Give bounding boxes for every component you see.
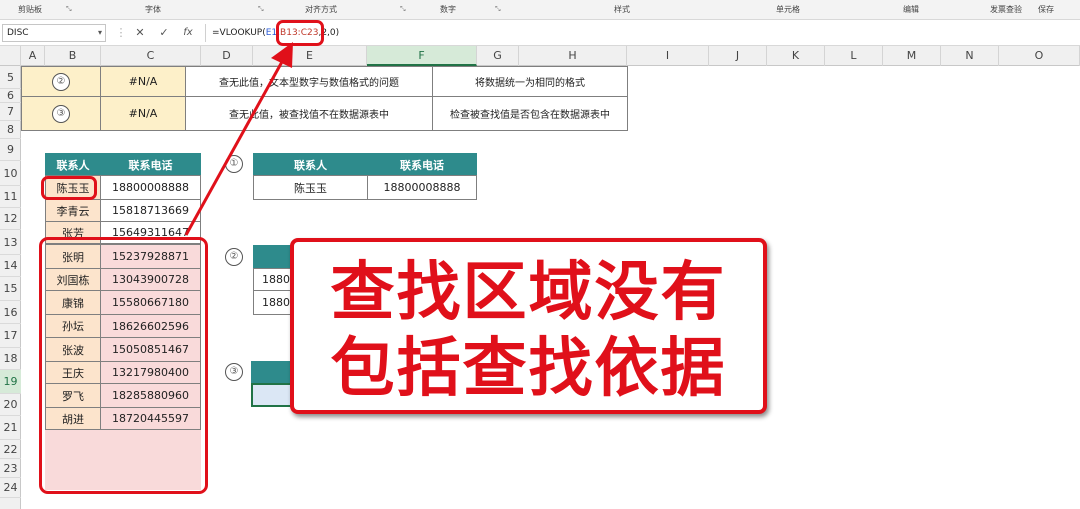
callout-box: 查找区域没有 包括查找依据 — [290, 238, 767, 414]
callout-line-1: 查找区域没有 — [330, 256, 727, 330]
excel-window: 剪贴板 ⤡ 字体 ⤡ 对齐方式 ⤡ 数字 ⤡ 样式 单元格 编辑 发票查验 保存… — [0, 0, 1080, 509]
callout-line-2: 包括查找依据 — [330, 332, 727, 406]
